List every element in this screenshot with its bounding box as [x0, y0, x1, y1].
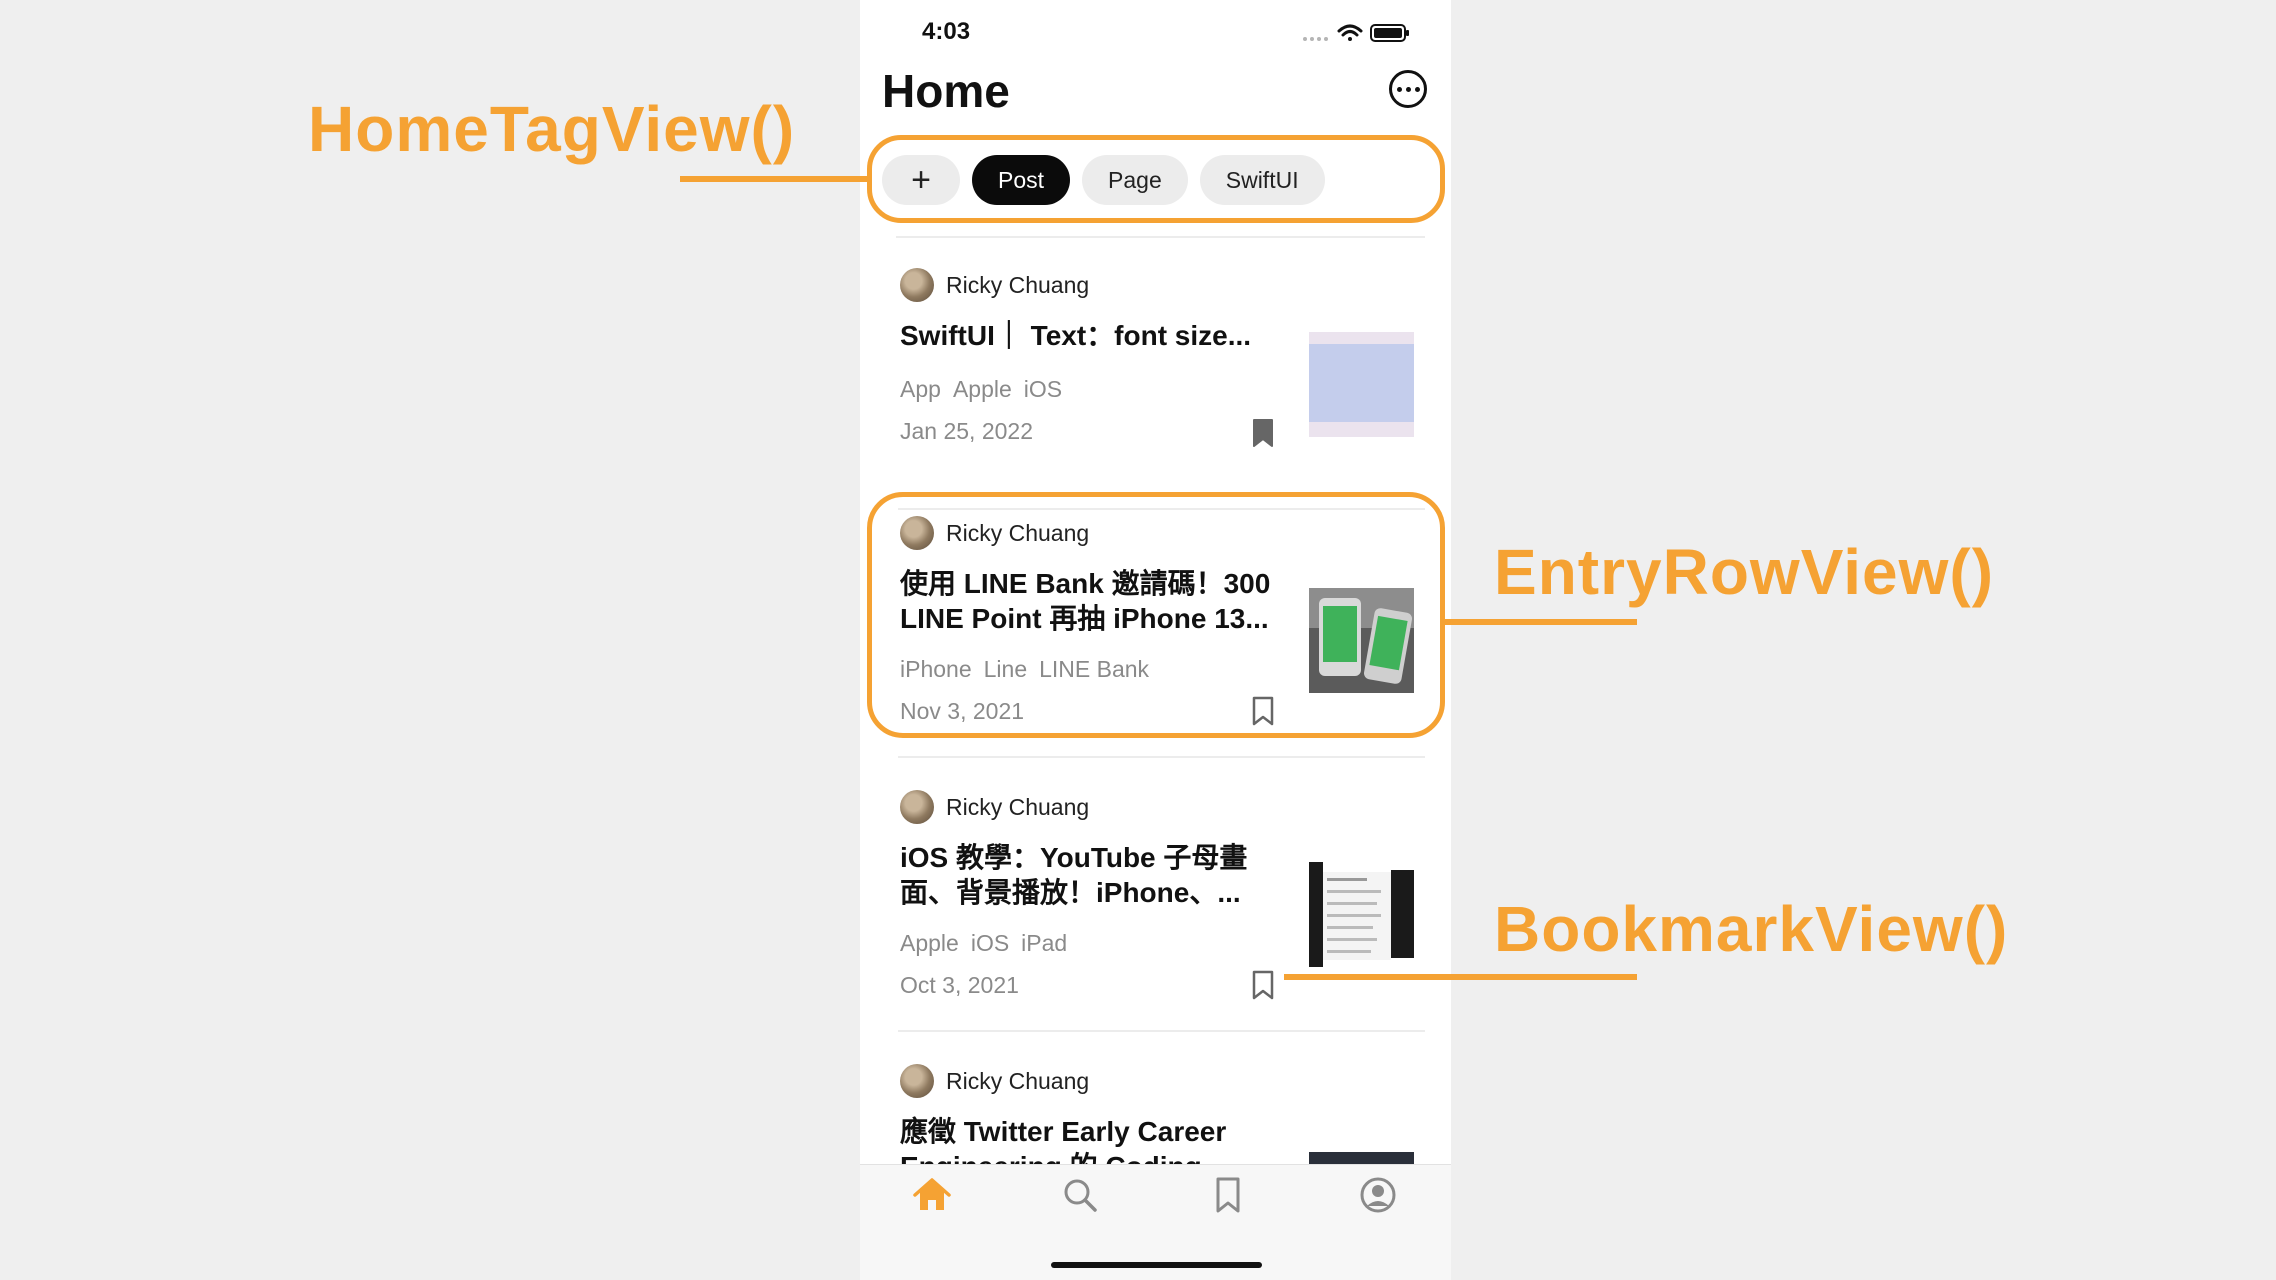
entry-title: iOS 教學：YouTube 子母畫面、背景播放！iPhone、...	[900, 842, 1248, 908]
more-dot-icon	[1396, 86, 1402, 92]
bookmark-view-label: BookmarkView()	[1494, 893, 2009, 965]
entry-tag: Apple	[952, 376, 1012, 402]
wifi-icon	[1337, 24, 1363, 41]
thumbnail-image	[1309, 344, 1414, 422]
entry-thumbnail	[1309, 862, 1414, 967]
entry-tags: App Apple iOS	[900, 376, 1062, 403]
signal-icon	[1303, 37, 1328, 41]
entry-row[interactable]: Ricky Chuang 應徵 Twitter Early Career Eng…	[860, 1034, 1451, 1166]
home-icon[interactable]	[912, 1175, 952, 1215]
author-name: Ricky Chuang	[946, 1067, 1090, 1094]
divider	[898, 756, 1425, 758]
navigation-bar: Home	[860, 60, 1451, 130]
entry-tag: App	[900, 376, 941, 402]
entry-row[interactable]: Ricky Chuang iOS 教學：YouTube 子母畫面、背景播放！iP…	[860, 760, 1451, 1032]
avatar	[900, 790, 934, 824]
entry-author: Ricky Chuang	[900, 790, 1089, 824]
entry-row-view-highlight	[867, 492, 1445, 738]
entry-title: SwiftUI｜ Text：font size...	[900, 320, 1252, 351]
entry-tag: iOS	[970, 930, 1010, 956]
status-time: 4:03	[922, 18, 971, 45]
entry-thumbnail	[1309, 332, 1414, 437]
battery-icon	[1370, 24, 1409, 42]
entry-date: Oct 3, 2021	[900, 972, 1019, 998]
home-tag-view-highlight	[867, 135, 1445, 223]
search-icon[interactable]	[1060, 1175, 1100, 1215]
home-tag-view-label: HomeTagView()	[308, 93, 796, 165]
more-options-button[interactable]	[1389, 70, 1427, 108]
entry-row-view-pointer	[1443, 619, 1637, 625]
home-indicator	[1051, 1262, 1262, 1268]
more-dot-icon	[1405, 86, 1411, 92]
bookmark-outline-icon[interactable]	[1252, 970, 1274, 1000]
bookmark-icon[interactable]	[1208, 1175, 1248, 1215]
status-bar: 4:03	[860, 0, 1451, 60]
bookmark-view-pointer	[1284, 974, 1637, 980]
entry-tag: iPad	[1021, 930, 1068, 956]
more-dot-icon	[1414, 86, 1420, 92]
avatar	[900, 1064, 934, 1098]
entry-tag: iOS	[1023, 376, 1063, 402]
entry-tag: Apple	[900, 930, 959, 956]
entry-title: 應徵 Twitter Early Career Engineering 的 Co…	[900, 1116, 1227, 1166]
entry-author: Ricky Chuang	[900, 268, 1089, 302]
thumbnail-image	[1309, 862, 1414, 967]
page-title: Home	[882, 65, 1010, 117]
entry-row-view-label: EntryRowView()	[1494, 536, 1994, 608]
author-name: Ricky Chuang	[946, 793, 1090, 820]
status-icons	[1303, 24, 1409, 42]
home-tag-view-pointer	[680, 176, 870, 182]
entry-date: Jan 25, 2022	[900, 418, 1034, 444]
entry-tags: Apple iOS iPad	[900, 930, 1067, 957]
entry-author: Ricky Chuang	[900, 1064, 1089, 1098]
entry-row[interactable]: Ricky Chuang SwiftUI｜ Text：font size... …	[860, 238, 1451, 510]
author-name: Ricky Chuang	[946, 271, 1090, 298]
profile-icon[interactable]	[1358, 1175, 1398, 1215]
divider	[898, 1030, 1425, 1032]
bookmark-filled-icon[interactable]	[1252, 418, 1274, 448]
avatar	[900, 268, 934, 302]
